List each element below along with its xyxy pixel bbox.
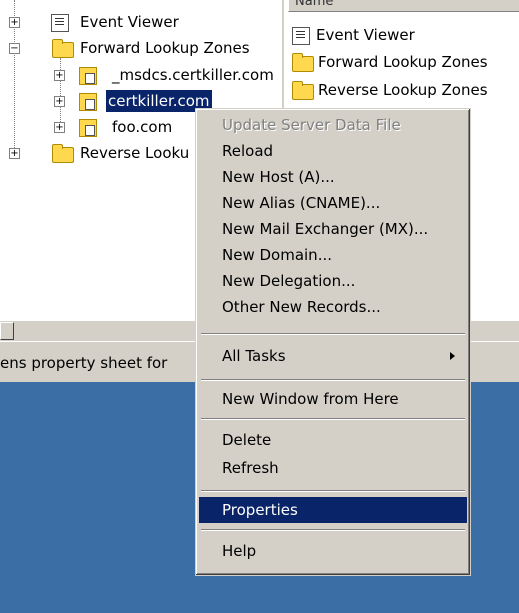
menu-separator: [201, 379, 465, 381]
collapse-icon[interactable]: −: [9, 43, 20, 54]
expand-icon[interactable]: +: [54, 96, 65, 107]
folder-icon: [292, 53, 314, 72]
folder-icon: [52, 39, 74, 58]
menu-separator: [201, 333, 465, 335]
expand-icon[interactable]: +: [9, 17, 20, 28]
expand-icon[interactable]: +: [54, 70, 65, 81]
tree-item-label: Event Viewer: [80, 13, 179, 31]
menu-item-new-domain[interactable]: New Domain...: [199, 242, 467, 268]
menu-item-reload[interactable]: Reload: [199, 138, 467, 164]
menu-item-refresh[interactable]: Refresh: [199, 455, 467, 481]
list-item-label: Event Viewer: [316, 26, 415, 44]
status-text: ens property sheet for: [0, 354, 168, 372]
context-menu: Update Server Data File Reload New Host …: [195, 108, 471, 576]
menu-separator: [201, 529, 465, 531]
event-viewer-icon: [292, 27, 310, 45]
menu-item-new-delegation[interactable]: New Delegation...: [199, 268, 467, 294]
expand-icon[interactable]: +: [54, 122, 65, 133]
tree-item-label: Reverse Looku: [80, 144, 190, 162]
event-viewer-icon: [51, 14, 69, 32]
folder-icon: [292, 81, 314, 100]
menu-item-help[interactable]: Help: [199, 538, 467, 564]
menu-item-properties[interactable]: Properties: [199, 497, 467, 523]
menu-separator: [201, 418, 465, 420]
column-header-name[interactable]: Name: [288, 0, 519, 12]
menu-separator: [201, 490, 465, 492]
menu-item-new-host[interactable]: New Host (A)...: [199, 164, 467, 190]
menu-item-label: All Tasks: [222, 347, 286, 365]
menu-item-new-mail-exchanger[interactable]: New Mail Exchanger (MX)...: [199, 216, 467, 242]
menu-item-all-tasks[interactable]: All Tasks: [199, 343, 467, 369]
scrollbar-thumb[interactable]: [0, 322, 14, 340]
zone-icon: [79, 119, 97, 137]
tree-item-label: Forward Lookup Zones: [80, 39, 250, 57]
expand-icon[interactable]: +: [9, 148, 20, 159]
menu-item-update-server-data-file: Update Server Data File: [222, 116, 401, 134]
menu-item-new-window-from-here[interactable]: New Window from Here: [199, 386, 467, 412]
folder-icon: [52, 144, 74, 163]
zone-icon: [79, 93, 97, 111]
menu-item-delete[interactable]: Delete: [199, 427, 467, 453]
tree-item-label: _msdcs.certkiller.com: [112, 66, 274, 84]
tree-item-label: foo.com: [112, 118, 173, 136]
menu-item-other-new-records[interactable]: Other New Records...: [199, 294, 467, 320]
zone-icon: [79, 67, 97, 85]
list-item-label: Forward Lookup Zones: [318, 53, 488, 71]
tree-line: [60, 58, 61, 130]
menu-item-new-alias[interactable]: New Alias (CNAME)...: [199, 190, 467, 216]
submenu-arrow-icon: [450, 352, 455, 360]
list-item-label: Reverse Lookup Zones: [318, 81, 488, 99]
